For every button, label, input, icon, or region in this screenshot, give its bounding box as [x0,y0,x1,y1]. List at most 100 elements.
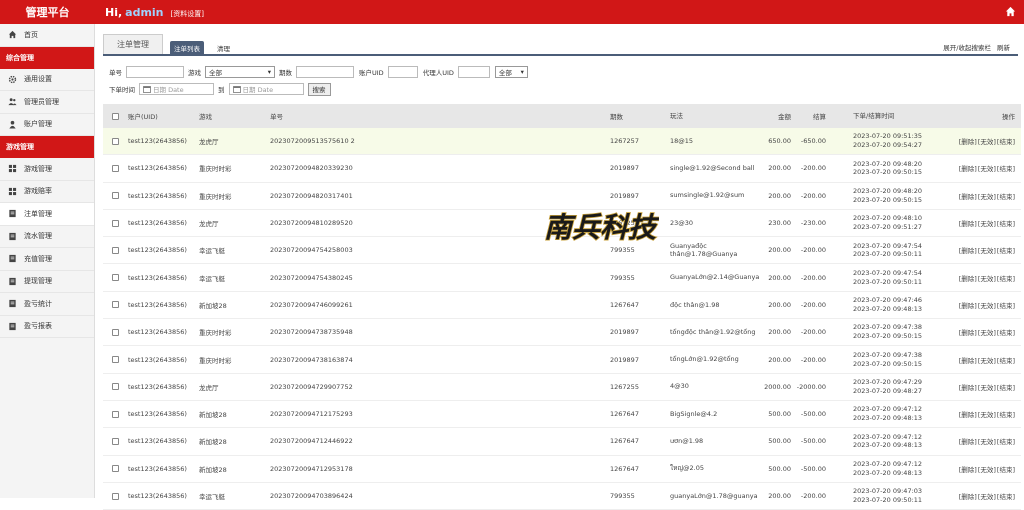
invalidate-link[interactable]: [无效] [978,357,996,365]
finish-link[interactable]: [结束] [997,302,1015,310]
sidebar-item-odds[interactable]: 游戏赔率 [0,181,94,203]
agent-uid-input[interactable] [457,66,490,78]
finish-link[interactable]: [结束] [997,357,1015,365]
table-row[interactable]: test123(2643856) 重庆时时彩 2023072009473873594… [103,319,1021,347]
table-row[interactable]: test123(2643856) 新加坡28 2023072009474609926… [103,292,1021,320]
row-checkbox[interactable] [112,492,119,500]
row-checkbox[interactable] [112,274,119,282]
invalidate-link[interactable]: [无效] [978,302,996,310]
sidebar-item-pnl-stats[interactable]: 盈亏统计 [0,293,94,316]
sidebar-item-games[interactable]: 游戏管理 [0,158,94,181]
toggle-search-link[interactable]: 展开/收起搜索栏 [943,42,991,52]
table-row[interactable]: test123(2643856) 重庆时时彩 2023072009482033923… [103,155,1021,183]
finish-link[interactable]: [结束] [997,138,1015,146]
profile-settings-link[interactable]: [资料设置] [171,9,204,19]
tab-bet-list[interactable]: 注单列表 [170,41,204,54]
row-checkbox[interactable] [112,383,119,391]
delete-link[interactable]: [删除] [959,384,977,392]
delete-link[interactable]: [删除] [959,466,977,474]
table-row[interactable]: test123(2643856) 幸运飞艇 20230720094703896424… [103,483,1021,510]
finish-link[interactable]: [结束] [997,384,1015,392]
row-checkbox[interactable] [112,301,119,309]
invalidate-link[interactable]: [无效] [978,193,996,201]
order-no-input[interactable] [126,66,184,78]
finish-link[interactable]: [结束] [997,411,1015,419]
date-from-input[interactable]: 日期 Date [139,83,214,95]
sidebar-item-label: 提现管理 [24,277,52,286]
finish-link[interactable]: [结束] [997,247,1015,255]
row-checkbox[interactable] [112,246,119,254]
delete-link[interactable]: [删除] [959,438,977,446]
row-checkbox[interactable] [112,410,119,418]
date-to-input[interactable]: 日期 Date [228,83,304,95]
table-row[interactable]: test123(2643856) 龙虎厅 2023072009513575610 2… [103,128,1021,156]
table-row[interactable]: test123(2643856) 新加坡28 2023072009471217529… [103,401,1021,429]
select-all-checkbox[interactable] [112,112,119,120]
delete-link[interactable]: [删除] [959,493,977,501]
row-checkbox[interactable] [112,465,119,473]
sidebar-item-home[interactable]: 首页 [0,24,94,47]
table-row[interactable]: test123(2643856) 龙虎厅 20230720094729907752 1… [103,374,1021,401]
delete-link[interactable]: [删除] [959,302,977,310]
table-row[interactable]: test123(2643856) 幸运飞艇 20230720094754380245… [103,264,1021,292]
delete-link[interactable]: [删除] [959,275,977,283]
table-row[interactable]: test123(2643856) 新加坡28 2023072009471295317… [103,456,1021,483]
calendar-icon [232,86,241,93]
sidebar-item-general-settings[interactable]: 通用设置 [0,69,94,91]
finish-link[interactable]: [结束] [997,329,1015,337]
invalidate-link[interactable]: [无效] [978,138,996,146]
invalidate-link[interactable]: [无效] [978,275,996,283]
delete-link[interactable]: [删除] [959,357,977,365]
row-checkbox[interactable] [112,356,119,364]
delete-link[interactable]: [删除] [959,193,977,201]
finish-link[interactable]: [结束] [997,466,1015,474]
invalidate-link[interactable]: [无效] [978,438,996,446]
delete-link[interactable]: [删除] [959,165,977,173]
refresh-link[interactable]: 刷新 [997,42,1010,52]
delete-link[interactable]: [删除] [959,138,977,146]
sidebar-item-accounts[interactable]: 账户管理 [0,114,94,136]
delete-link[interactable]: [删除] [959,220,977,228]
tab-clean[interactable]: 清理 [213,41,234,54]
sidebar-item-admins[interactable]: 管理员管理 [0,91,94,114]
username[interactable]: admin [125,6,163,19]
sidebar-item-pnl-report[interactable]: 盈亏报表 [0,316,94,338]
row-checkbox[interactable] [112,219,119,227]
finish-link[interactable]: [结束] [997,275,1015,283]
table-row[interactable]: test123(2643856) 重庆时时彩 2023072009473816387… [103,346,1021,374]
sidebar-item-bets[interactable]: 注单管理 [0,203,94,226]
invalidate-link[interactable]: [无效] [978,247,996,255]
finish-link[interactable]: [结束] [997,193,1015,201]
invalidate-link[interactable]: [无效] [978,493,996,501]
table-row[interactable]: test123(2643856) 新加坡28 2023072009471244692… [103,428,1021,456]
invalidate-link[interactable]: [无效] [978,329,996,337]
agent-select[interactable]: 全部 ▾ [494,66,528,78]
row-checkbox[interactable] [112,137,119,145]
invalidate-link[interactable]: [无效] [978,411,996,419]
sidebar-item-recharge[interactable]: 充值管理 [0,248,94,271]
row-checkbox[interactable] [112,328,119,336]
invalidate-link[interactable]: [无效] [978,220,996,228]
home-icon[interactable] [1005,6,1016,17]
sidebar-item-flow[interactable]: 流水管理 [0,226,94,248]
sidebar-item-label: 盈亏统计 [24,299,52,308]
tab-bet-management[interactable]: 注单管理 [103,34,163,54]
uid-input[interactable] [387,66,418,78]
row-checkbox[interactable] [112,164,119,172]
sidebar-item-withdraw[interactable]: 提现管理 [0,271,94,293]
row-checkbox[interactable] [112,192,119,200]
period-input[interactable] [296,66,354,78]
invalidate-link[interactable]: [无效] [978,466,996,474]
finish-link[interactable]: [结束] [997,493,1015,501]
search-button[interactable]: 搜索 [307,82,331,96]
invalidate-link[interactable]: [无效] [978,165,996,173]
finish-link[interactable]: [结束] [997,165,1015,173]
game-select[interactable]: 全部 ▾ [205,66,275,78]
row-checkbox[interactable] [112,437,119,445]
delete-link[interactable]: [删除] [959,329,977,337]
delete-link[interactable]: [删除] [959,411,977,419]
invalidate-link[interactable]: [无效] [978,384,996,392]
finish-link[interactable]: [结束] [997,220,1015,228]
delete-link[interactable]: [删除] [959,247,977,255]
finish-link[interactable]: [结束] [997,438,1015,446]
